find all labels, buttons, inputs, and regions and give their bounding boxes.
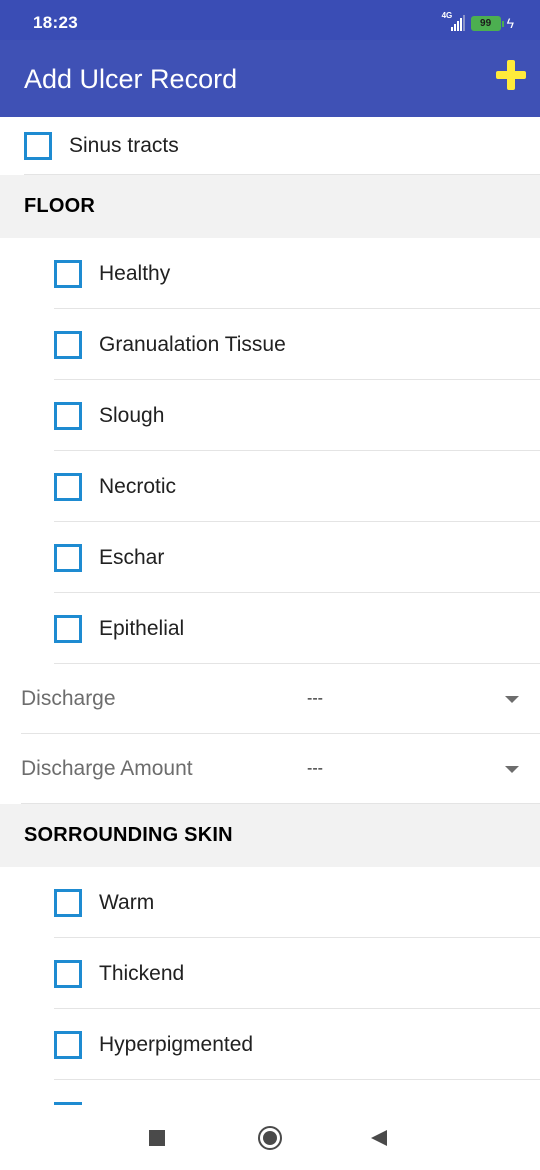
checkbox[interactable] [24, 132, 52, 160]
checkbox-row-hyperpigmented[interactable]: Hyperpigmented [0, 1009, 540, 1080]
checkbox-row-healthy[interactable]: Healthy [0, 238, 540, 309]
signal-icon: 4G [442, 11, 465, 31]
navigation-bar [0, 1105, 540, 1170]
checkbox-row-slough[interactable]: Slough [0, 380, 540, 451]
checkbox-row-warm[interactable]: Warm [0, 867, 540, 938]
checkbox-label: Slough [99, 403, 165, 427]
checkbox-label: Epithelial [99, 616, 185, 640]
checkbox[interactable] [54, 259, 82, 288]
divider [21, 803, 540, 804]
app-bar: Add Ulcer Record [0, 40, 540, 117]
discharge-label: Discharge [21, 687, 116, 710]
checkbox-label: Granualation Tissue [99, 332, 286, 356]
checkbox-row-necrotic[interactable]: Necrotic [0, 451, 540, 522]
status-icons: 4G 99 ϟ [442, 11, 514, 33]
section-header-floor: FLOOR [0, 175, 540, 238]
checkbox[interactable] [54, 330, 82, 359]
charging-icon: ϟ [506, 15, 514, 31]
checkbox[interactable] [54, 543, 82, 572]
discharge-value[interactable]: --- [307, 690, 323, 708]
discharge-amount-value[interactable]: --- [307, 760, 323, 778]
dropdown-arrow-icon[interactable] [505, 765, 519, 773]
checkbox[interactable] [54, 959, 82, 988]
checkbox-row-eschar[interactable]: Eschar [0, 522, 540, 593]
discharge-amount-select[interactable]: Discharge Amount --- [0, 734, 540, 804]
checkbox-label: Sinus tracts [69, 134, 179, 157]
back-icon[interactable] [371, 1130, 387, 1146]
home-icon[interactable] [258, 1126, 282, 1150]
battery-level: 99 [480, 17, 492, 29]
dropdown-arrow-icon[interactable] [505, 695, 519, 703]
checkbox[interactable] [54, 401, 82, 430]
checkbox[interactable] [54, 472, 82, 501]
plus-icon[interactable] [496, 60, 526, 90]
checkbox-row-thickend[interactable]: Thickend [0, 938, 540, 1009]
checkbox-label: Eschar [99, 545, 165, 569]
section-header-surrounding-skin: SORROUNDING SKIN [0, 804, 540, 867]
discharge-select[interactable]: Discharge --- [0, 664, 540, 734]
recents-icon[interactable] [149, 1130, 165, 1146]
checkbox-label: Hyperpigmented [99, 1032, 254, 1056]
status-time: 18:23 [33, 13, 78, 32]
discharge-amount-label: Discharge Amount [21, 757, 193, 780]
checkbox-row-sinus-tracts[interactable]: Sinus tracts [0, 117, 540, 175]
checkbox-row-granulation-tissue[interactable]: Granualation Tissue [0, 309, 540, 380]
battery-icon: 99 [470, 15, 504, 31]
divider [24, 174, 540, 175]
network-type: 4G [441, 11, 453, 20]
divider [54, 1079, 540, 1080]
checkbox-label: Necrotic [99, 474, 177, 498]
checkbox[interactable] [54, 888, 82, 917]
checkbox[interactable] [54, 1030, 82, 1059]
checkbox-label: Thickend [99, 961, 185, 985]
form-content[interactable]: Sinus tracts FLOOR Healthy Granualation … [0, 117, 540, 1105]
checkbox-row-epithelial[interactable]: Epithelial [0, 593, 540, 664]
page-title: Add Ulcer Record [24, 64, 238, 94]
checkbox-label: Healthy [99, 261, 171, 285]
status-bar: 18:23 4G 99 ϟ [0, 0, 540, 40]
checkbox-label: Warm [99, 890, 155, 914]
checkbox[interactable] [54, 614, 82, 643]
